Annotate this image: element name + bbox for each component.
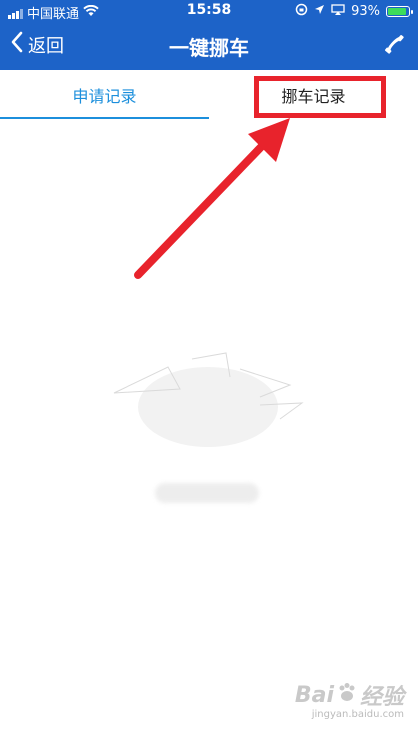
tab-apply-records[interactable]: 申请记录 bbox=[0, 70, 209, 120]
airplay-icon bbox=[331, 3, 345, 20]
paw-icon bbox=[336, 681, 358, 709]
active-tab-indicator bbox=[0, 117, 209, 119]
watermark-sub: jingyan.baidu.com bbox=[311, 709, 404, 720]
battery-level-fill bbox=[388, 8, 406, 15]
watermark-brand-left: Bai bbox=[294, 682, 334, 708]
nav-bar: 返回 一键挪车 bbox=[0, 22, 418, 70]
empty-state-illustration bbox=[110, 345, 310, 459]
top-bar: 中国联通 15:58 93% 返回 一键挪车 bbox=[0, 0, 418, 70]
watermark-brand: Bai 经验 bbox=[295, 679, 404, 711]
annotation-highlight-box bbox=[254, 76, 386, 118]
status-right: 93% bbox=[295, 3, 413, 20]
page-title: 一键挪车 bbox=[169, 36, 249, 60]
rotation-lock-icon bbox=[295, 3, 308, 20]
battery-icon bbox=[386, 6, 413, 17]
watermark: Bai 经验 jingyan.baidu.com bbox=[295, 679, 404, 721]
phone-icon bbox=[384, 35, 404, 58]
location-arrow-icon bbox=[314, 4, 325, 19]
battery-percent: 93% bbox=[351, 4, 380, 19]
status-bar: 中国联通 15:58 93% bbox=[0, 0, 418, 22]
phone-button[interactable] bbox=[384, 34, 404, 58]
watermark-brand-right: 经验 bbox=[359, 685, 404, 710]
empty-state-text bbox=[155, 483, 259, 503]
